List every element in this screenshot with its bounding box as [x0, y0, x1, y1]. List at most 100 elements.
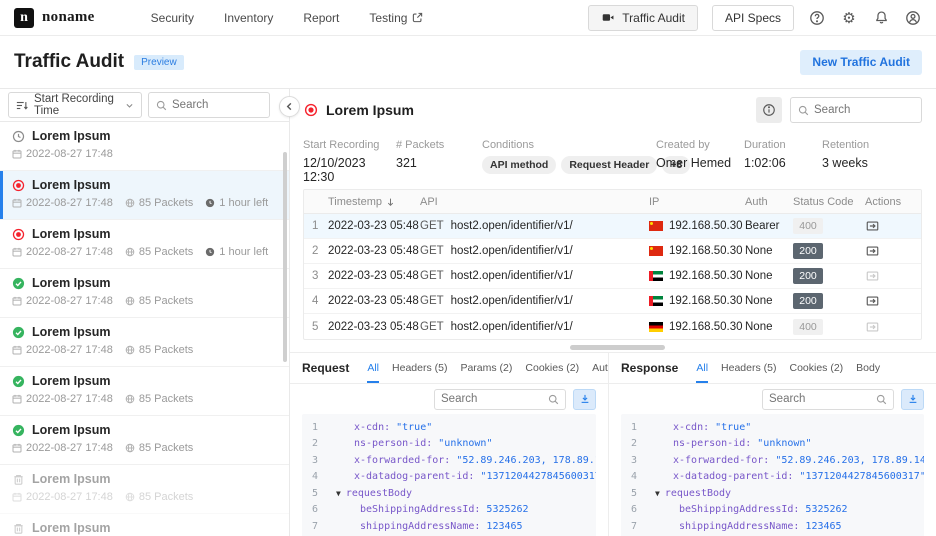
- calendar-icon: [12, 492, 22, 502]
- new-traffic-audit-button[interactable]: New Traffic Audit: [800, 50, 922, 75]
- sort-icon: [16, 100, 28, 111]
- response-toolbar: [609, 384, 936, 414]
- open-packet-icon[interactable]: [865, 320, 915, 334]
- calendar-icon: [12, 296, 22, 306]
- packets-search-input[interactable]: [814, 104, 914, 116]
- help-icon[interactable]: [808, 9, 826, 27]
- noname-logo-icon[interactable]: n: [14, 8, 34, 28]
- response-panel-title: Response: [621, 361, 678, 375]
- user-profile-icon[interactable]: [904, 9, 922, 27]
- trash-icon: [12, 522, 25, 535]
- recording-header: Lorem Ipsum: [290, 89, 936, 131]
- start-recording-value: 12/10/2023 12:30: [303, 156, 396, 184]
- open-packet-icon[interactable]: [865, 219, 915, 233]
- recordings-sidebar: Start Recording Time Lorem Ipsum: [0, 88, 290, 536]
- recording-title: Lorem Ipsum: [326, 102, 414, 118]
- recording-list-item-expired[interactable]: Lorem Ipsum: [0, 514, 289, 536]
- completed-check-icon: [12, 424, 25, 437]
- packet-row[interactable]: 1 2022-03-23 05:48 GEThost2.open/identif…: [304, 214, 921, 239]
- external-link-icon: [412, 12, 423, 23]
- page-header: Traffic Audit Preview New Traffic Audit: [0, 36, 936, 88]
- calendar-icon: [12, 149, 22, 159]
- expand-arrow-icon[interactable]: ▼: [336, 489, 341, 498]
- open-packet-icon[interactable]: [865, 269, 915, 283]
- api-specs-button[interactable]: API Specs: [712, 5, 794, 31]
- tab-response-all[interactable]: All: [696, 353, 708, 383]
- china-flag-icon: [649, 221, 663, 231]
- search-icon: [798, 105, 809, 116]
- nav-item-testing[interactable]: Testing: [369, 11, 423, 25]
- settings-gear-icon[interactable]: ⚙: [840, 9, 858, 27]
- open-packet-icon[interactable]: [865, 244, 915, 258]
- recording-record-icon: [12, 179, 25, 192]
- recording-list-item-expired[interactable]: Lorem Ipsum 2022-08-27 17:48 85 Packets: [0, 465, 289, 514]
- download-request-button[interactable]: [573, 389, 596, 410]
- packet-row[interactable]: 2 2022-03-23 05:48 GEThost2.open/identif…: [304, 239, 921, 264]
- recording-list-item-selected[interactable]: Lorem Ipsum 2022-08-27 17:48 85 Packets …: [0, 171, 289, 220]
- retention-value: 3 weeks: [822, 156, 869, 170]
- calendar-icon: [12, 247, 22, 257]
- tab-response-cookies[interactable]: Cookies (2): [789, 353, 843, 383]
- packets-search: [790, 97, 922, 123]
- condition-pill[interactable]: Request Header: [561, 156, 657, 174]
- sidebar-search-input[interactable]: [172, 99, 262, 111]
- notifications-bell-icon[interactable]: [872, 9, 890, 27]
- primary-nav: Security Inventory Report Testing: [151, 11, 424, 25]
- packet-row[interactable]: 5 2022-03-23 05:48 GEThost2.open/identif…: [304, 314, 921, 339]
- table-horizontal-scrollbar[interactable]: [570, 345, 665, 350]
- recording-record-icon: [12, 228, 25, 241]
- request-panel: Request All Headers (5) Params (2) Cooki…: [290, 353, 608, 536]
- tab-request-params[interactable]: Params (2): [460, 353, 512, 383]
- packets-table-header: Timestemp API IP Auth Status Code Action…: [304, 190, 921, 214]
- tab-request-headers[interactable]: Headers (5): [392, 353, 447, 383]
- time-left-clock-icon: [205, 198, 215, 208]
- recording-list-item[interactable]: Lorem Ipsum 2022-08-27 17:48 85 Packets: [0, 269, 289, 318]
- tab-response-body[interactable]: Body: [856, 353, 880, 383]
- info-icon: [762, 103, 776, 117]
- recording-list-item[interactable]: Lorem Ipsum 2022-08-27 17:48: [0, 122, 289, 171]
- completed-check-icon: [12, 277, 25, 290]
- request-code-viewer[interactable]: 1x-cdn:"true" 2ns-person-id:"unknown" 3x…: [302, 414, 596, 536]
- response-code-viewer[interactable]: 1x-cdn:"true" 2ns-person-id:"unknown" 3x…: [621, 414, 924, 536]
- recording-list-item[interactable]: Lorem Ipsum 2022-08-27 17:48 85 Packets: [0, 318, 289, 367]
- response-tabs: Response All Headers (5) Cookies (2) Bod…: [609, 353, 936, 384]
- status-code-badge: 200: [793, 243, 823, 259]
- packet-row[interactable]: 4 2022-03-23 05:48 GEThost2.open/identif…: [304, 289, 921, 314]
- page-title: Traffic Audit: [14, 51, 124, 73]
- recording-list-item[interactable]: Lorem Ipsum 2022-08-27 17:48 85 Packets: [0, 416, 289, 465]
- china-flag-icon: [649, 246, 663, 256]
- nav-item-report[interactable]: Report: [303, 11, 339, 25]
- sort-descending-icon[interactable]: [386, 197, 395, 207]
- video-camera-icon: [601, 11, 615, 24]
- download-response-button[interactable]: [901, 389, 924, 410]
- preview-badge: Preview: [134, 55, 184, 70]
- condition-pill[interactable]: API method: [482, 156, 556, 174]
- expand-arrow-icon[interactable]: ▼: [655, 489, 660, 498]
- tab-request-all[interactable]: All: [367, 353, 379, 383]
- collapse-sidebar-button[interactable]: [279, 96, 300, 117]
- created-by-value: Omer Hemed: [656, 156, 744, 170]
- traffic-audit-nav-button[interactable]: Traffic Audit: [588, 5, 698, 31]
- trash-icon: [12, 473, 25, 486]
- tab-request-auth[interactable]: Auth (3): [592, 353, 608, 383]
- globe-icon: [125, 394, 135, 404]
- globe-icon: [125, 247, 135, 257]
- packets-count-value: 321: [396, 156, 482, 170]
- brand-name[interactable]: noname: [42, 9, 95, 26]
- sidebar-scrollbar[interactable]: [283, 152, 287, 362]
- tab-request-cookies[interactable]: Cookies (2): [525, 353, 579, 383]
- tab-response-headers[interactable]: Headers (5): [721, 353, 776, 383]
- sort-dropdown[interactable]: Start Recording Time: [8, 92, 142, 118]
- recording-list-item[interactable]: Lorem Ipsum 2022-08-27 17:48 85 Packets …: [0, 220, 289, 269]
- nav-item-security[interactable]: Security: [151, 11, 194, 25]
- request-search-input[interactable]: [441, 393, 544, 405]
- pending-clock-icon: [12, 130, 25, 143]
- open-packet-icon[interactable]: [865, 294, 915, 308]
- info-button[interactable]: [756, 97, 782, 123]
- recording-detail-panel: Lorem Ipsum Start Recording12/10/2023 12…: [290, 88, 936, 536]
- nav-item-inventory[interactable]: Inventory: [224, 11, 273, 25]
- response-search-input[interactable]: [769, 393, 872, 405]
- search-icon: [548, 394, 559, 405]
- recording-list-item[interactable]: Lorem Ipsum 2022-08-27 17:48 85 Packets: [0, 367, 289, 416]
- packet-row[interactable]: 3 2022-03-23 05:48 GEThost2.open/identif…: [304, 264, 921, 289]
